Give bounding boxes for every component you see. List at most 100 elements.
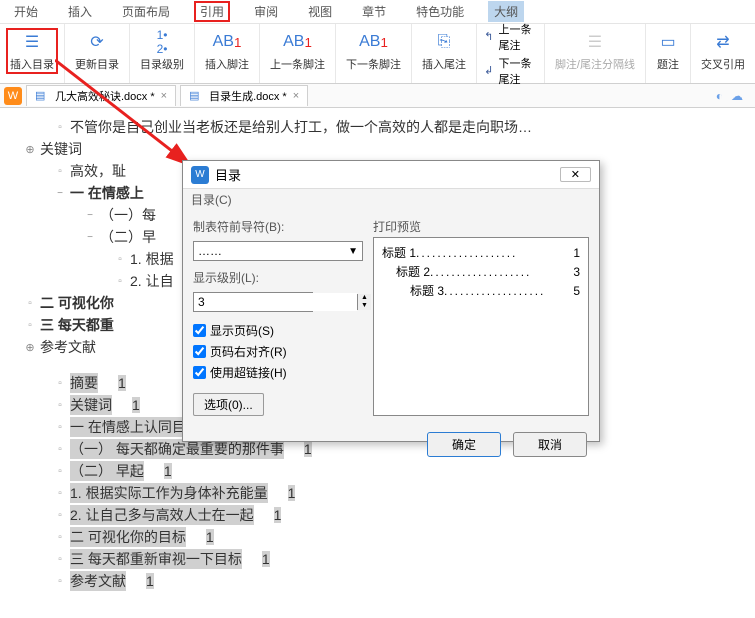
toc-dialog: W 目录 ✕ 目录(C) 制表符前导符(B): ……▼ 显示级别(L): ▲▼ … [182, 160, 600, 442]
toc-level-label: 目录级别 [140, 56, 184, 72]
toc-text: 摘要 [70, 373, 98, 393]
show-page-checkbox[interactable]: 显示页码(S) [193, 322, 363, 339]
preview-dots: ................... [416, 244, 573, 263]
crossref-label: 交叉引用 [701, 56, 745, 72]
toc-page: 1 [118, 375, 126, 391]
menu-start[interactable]: 开始 [8, 1, 44, 22]
cloud-icon[interactable]: ☁ [731, 89, 743, 103]
right-align-checkbox[interactable]: 页码右对齐(R) [193, 343, 363, 360]
insert-footnote-button[interactable]: AB1 插入脚注 [201, 28, 253, 74]
cancel-button[interactable]: 取消 [513, 432, 587, 457]
insert-footnote-label: 插入脚注 [205, 56, 249, 72]
body-text: 不管你是自己创业当老板还是给别人打工，做一个高效的人都是走向职场… [70, 117, 532, 137]
insert-endnote-button[interactable]: ⎘ 插入尾注 [418, 28, 470, 74]
dropdown-icon: ▼ [348, 246, 358, 257]
next-footnote-icon: AB1 [362, 30, 386, 54]
next-endnote-label: 下一条尾注 [498, 55, 537, 87]
preview-page: 1 [573, 244, 580, 263]
toc-page: 1 [132, 397, 140, 413]
show-page-check[interactable] [193, 324, 206, 337]
leader-value: …… [198, 244, 222, 258]
preview-page: 3 [573, 263, 580, 282]
doc-icon: ▤ [35, 89, 49, 103]
prev-endnote-icon: ↰ [483, 29, 494, 45]
spin-up-icon[interactable]: ▲ [358, 294, 371, 302]
spin-down-icon[interactable]: ▼ [358, 302, 371, 310]
show-page-label: 显示页码(S) [210, 322, 274, 339]
toc-text: 2. 让自己多与高效人士在一起 [70, 505, 254, 525]
preview-page: 5 [573, 282, 580, 301]
preview-line: 标题 1...................1 [382, 244, 580, 263]
separator-label: 脚注/尾注分隔线 [555, 56, 635, 72]
toc-row: 1. 根据实际工作为身体补充能量1 [20, 482, 735, 504]
toc-level-button[interactable]: 1•2• 目录级别 [136, 28, 188, 74]
heading-1-2: （二）早 [100, 227, 156, 247]
caption-label: 题注 [657, 56, 679, 72]
preview-text: 标题 1 [382, 244, 416, 263]
ok-button[interactable]: 确定 [427, 432, 501, 457]
menu-feature[interactable]: 特色功能 [410, 1, 470, 22]
crossref-button[interactable]: ⇄ 交叉引用 [697, 28, 749, 74]
separator-button: ☰ 脚注/尾注分隔线 [551, 28, 639, 74]
insert-toc-label: 插入目录 [10, 56, 54, 72]
prev-footnote-button[interactable]: AB1 上一条脚注 [266, 28, 329, 74]
prev-endnote-button[interactable]: ↰上一条尾注 [483, 21, 538, 53]
home-icon[interactable]: W [4, 87, 22, 105]
tab-close-icon[interactable]: × [293, 90, 299, 102]
menu-review[interactable]: 审阅 [248, 1, 284, 22]
hyperlink-checkbox[interactable]: 使用超链接(H) [193, 364, 363, 381]
toc-page: 1 [262, 551, 270, 567]
preview-text: 标题 2 [396, 263, 430, 282]
dialog-close-button[interactable]: ✕ [560, 167, 591, 182]
toc-text: 参考文献 [70, 571, 126, 591]
toc-text: （二） 早起 [70, 461, 144, 481]
heading-keywords: 关键词 [40, 139, 82, 159]
update-icon: ⟳ [85, 30, 109, 54]
hyperlink-label: 使用超链接(H) [210, 364, 287, 381]
options-button[interactable]: 选项(0)... [193, 393, 264, 416]
toc-text: 一 在情感上认同目标 [70, 417, 200, 437]
doc-icon: ▤ [189, 89, 203, 103]
preview-dots: ................... [444, 282, 573, 301]
dialog-app-icon: W [191, 166, 209, 184]
toc-row: 二 可视化你的目标1 [20, 526, 735, 548]
insert-toc-button[interactable]: ☰ 插入目录 [6, 28, 58, 74]
toc-page: 1 [288, 485, 296, 501]
menu-layout[interactable]: 页面布局 [116, 1, 176, 22]
keywords-text: 高效，耻 [70, 161, 126, 181]
insert-endnote-label: 插入尾注 [422, 56, 466, 72]
ribbon: ☰ 插入目录 ⟳ 更新目录 1•2• 目录级别 AB1 插入脚注 AB1 上一条… [0, 24, 755, 84]
heading-1: 一 在情感上 [70, 183, 144, 203]
cloud-sync-icon[interactable]: ◐ [716, 89, 723, 103]
tab-close-icon[interactable]: × [161, 90, 167, 102]
menu-view[interactable]: 视图 [302, 1, 338, 22]
level-input[interactable] [194, 293, 357, 311]
prev-footnote-label: 上一条脚注 [270, 56, 325, 72]
right-align-check[interactable] [193, 345, 206, 358]
hyperlink-check[interactable] [193, 366, 206, 379]
leader-combo[interactable]: …… ▼ [193, 241, 363, 261]
menu-bar: 开始 插入 页面布局 引用 审阅 视图 章节 特色功能 大纲 [0, 0, 755, 24]
toc-row: 参考文献1 [20, 570, 735, 592]
toc-page: 1 [164, 463, 172, 479]
tab-doc2[interactable]: ▤ 目录生成.docx * × [180, 85, 308, 106]
right-align-label: 页码右对齐(R) [210, 343, 287, 360]
caption-button[interactable]: ▭ 题注 [652, 28, 684, 74]
dialog-title: 目录 [215, 165, 241, 184]
prev-footnote-icon: AB1 [286, 30, 310, 54]
toc-icon: ☰ [20, 30, 44, 54]
menu-insert[interactable]: 插入 [62, 1, 98, 22]
dialog-section-label: 目录(C) [183, 189, 599, 210]
menu-outline[interactable]: 大纲 [488, 1, 524, 22]
toc-page: 1 [206, 529, 214, 545]
menu-chapter[interactable]: 章节 [356, 1, 392, 22]
next-endnote-button[interactable]: ↲下一条尾注 [483, 55, 538, 87]
toc-row: 2. 让自己多与高效人士在一起1 [20, 504, 735, 526]
tab-doc1[interactable]: ▤ 几大高效秘诀.docx * × [26, 85, 176, 106]
update-toc-button[interactable]: ⟳ 更新目录 [71, 28, 123, 74]
preview-line: 标题 2...................3 [382, 263, 580, 282]
menu-references[interactable]: 引用 [194, 1, 230, 22]
level-spinner[interactable]: ▲▼ [193, 292, 313, 312]
next-footnote-button[interactable]: AB1 下一条脚注 [342, 28, 405, 74]
dialog-titlebar[interactable]: W 目录 ✕ [183, 161, 599, 189]
